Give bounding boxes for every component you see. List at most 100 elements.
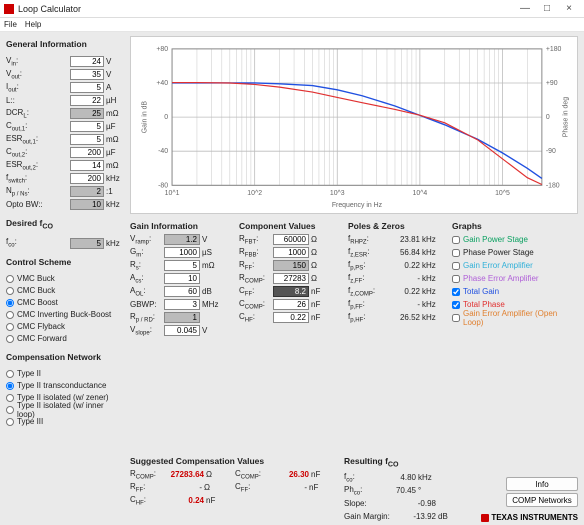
menu-file[interactable]: File: [4, 20, 17, 29]
opto-row: Opto BW:: kHz: [6, 198, 122, 211]
graph-3-checkbox[interactable]: [452, 275, 460, 283]
sugg-rff-unit: Ω: [202, 483, 220, 492]
gain-gm-unit: µS: [200, 248, 218, 257]
gain-vslope-input[interactable]: [164, 325, 200, 336]
brand: TEXAS INSTRUMENTS: [481, 513, 578, 522]
L-input[interactable]: [70, 95, 104, 106]
compv-ccomp-input[interactable]: [273, 299, 309, 310]
gain-gbwp-input[interactable]: [164, 299, 200, 310]
co2-input[interactable]: [70, 147, 104, 158]
ctrl-0-radio[interactable]: [6, 275, 14, 283]
comp-networks-button[interactable]: COMP Networks: [506, 493, 578, 507]
graph-1[interactable]: Phase Power Stage: [452, 246, 572, 259]
graph-6[interactable]: Gain Error Amplifier (Open Loop): [452, 311, 572, 324]
maximize-button[interactable]: □: [536, 3, 558, 14]
gain-acs-row: Acs:: [130, 272, 235, 285]
res-fco-unit: kHz: [416, 473, 434, 482]
graph-4-checkbox[interactable]: [452, 288, 460, 296]
compv-rfbb-input[interactable]: [273, 247, 309, 258]
vin-input[interactable]: [70, 56, 104, 67]
gain-aol-input[interactable]: [164, 286, 200, 297]
graph-0[interactable]: Gain Power Stage: [452, 233, 572, 246]
pz-pps-label: fp,PS:: [348, 260, 382, 272]
compnet-4-radio[interactable]: [6, 418, 14, 426]
pz-pps-unit: kHz: [420, 261, 438, 270]
co1-input[interactable]: [70, 121, 104, 132]
sugg-ccomp-label: CCOMP:: [235, 469, 269, 481]
co2-row: Cout,2: µF: [6, 146, 122, 159]
ctrl-3-radio[interactable]: [6, 311, 14, 319]
dcr-input[interactable]: [70, 108, 104, 119]
gain-rs-input[interactable]: [164, 260, 200, 271]
compv-cff-row: CFF: nF: [239, 285, 344, 298]
graph-5-checkbox[interactable]: [452, 301, 460, 309]
compnet-1[interactable]: Type II transconductance: [6, 380, 122, 392]
iout-input[interactable]: [70, 82, 104, 93]
svg-text:0: 0: [546, 114, 550, 121]
graph-2[interactable]: Gain Error Amplifier: [452, 259, 572, 272]
minimize-button[interactable]: —: [514, 3, 536, 14]
gain-acs-input[interactable]: [164, 273, 200, 284]
ctrl-4[interactable]: CMC Flyback: [6, 321, 122, 333]
pz-pff-label: fp,FF:: [348, 299, 382, 311]
compnet-1-radio[interactable]: [6, 382, 14, 390]
ctrl-3[interactable]: CMC Inverting Buck-Boost: [6, 309, 122, 321]
menu-help[interactable]: Help: [25, 20, 41, 29]
npns-input[interactable]: [70, 186, 104, 197]
graph-3[interactable]: Phase Error Amplifier: [452, 272, 572, 285]
compv-rfbt-input[interactable]: [273, 234, 309, 245]
app-icon: [4, 4, 14, 14]
esr2-label: ESRout,2:: [6, 160, 70, 172]
res-fco-row: fco: 4.80 kHz: [344, 471, 454, 484]
sugg-cff-label: CFF:: [235, 482, 269, 494]
pz-pff-unit: kHz: [420, 300, 438, 309]
info-button[interactable]: Info: [506, 477, 578, 491]
gain-rprd-input[interactable]: [164, 312, 200, 323]
close-button[interactable]: ×: [558, 3, 580, 14]
fco-input[interactable]: [70, 238, 104, 249]
sugg-rff-value: -: [164, 483, 202, 492]
opto-input[interactable]: [70, 199, 104, 210]
ctrl-2[interactable]: CMC Boost: [6, 297, 122, 309]
esr1-row: ESRout,1: mΩ: [6, 133, 122, 146]
vout-row: Vout: V: [6, 68, 122, 81]
vout-input[interactable]: [70, 69, 104, 80]
compnet-2-radio[interactable]: [6, 394, 14, 402]
compnet-0[interactable]: Type II: [6, 368, 122, 380]
pz-zcomp-value: 0.22: [382, 287, 420, 296]
gain-gm-input[interactable]: [164, 247, 200, 258]
graph-2-checkbox[interactable]: [452, 262, 460, 270]
ctrl-1-radio[interactable]: [6, 287, 14, 295]
graph-4[interactable]: Total Gain: [452, 285, 572, 298]
graph-6-checkbox[interactable]: [452, 314, 460, 322]
compnet-3[interactable]: Type II isolated (w/ inner loop): [6, 404, 122, 416]
svg-text:-180: -180: [546, 182, 560, 189]
res-fco-value: 4.80: [378, 473, 416, 482]
gain-vramp-input[interactable]: [164, 234, 200, 245]
graph-0-checkbox[interactable]: [452, 236, 460, 244]
compnet-3-radio[interactable]: [6, 406, 14, 414]
sugg-rff-label: RFF:: [130, 482, 164, 494]
compv-cff-input[interactable]: [273, 286, 309, 297]
svg-text:-40: -40: [158, 148, 168, 155]
graph-1-checkbox[interactable]: [452, 249, 460, 257]
fsw-input[interactable]: [70, 173, 104, 184]
compnet-0-radio[interactable]: [6, 370, 14, 378]
ctrl-2-radio[interactable]: [6, 299, 14, 307]
esr1-label: ESRout,1:: [6, 134, 70, 146]
compv-cff-unit: nF: [309, 287, 327, 296]
ctrl-0[interactable]: VMC Buck: [6, 273, 122, 285]
ctrl-5[interactable]: CMC Forward: [6, 333, 122, 345]
esr2-input[interactable]: [70, 160, 104, 171]
section-desired-fco: Desired fCO: [6, 218, 122, 231]
ctrl-5-radio[interactable]: [6, 335, 14, 343]
compv-rcomp-input[interactable]: [273, 273, 309, 284]
section-sugg: Suggested Compensation Values: [130, 456, 340, 466]
compv-rff-input[interactable]: [273, 260, 309, 271]
compv-chf-input[interactable]: [273, 312, 309, 323]
pz-phf-unit: kHz: [420, 313, 438, 322]
esr1-input[interactable]: [70, 134, 104, 145]
ctrl-1[interactable]: CMC Buck: [6, 285, 122, 297]
gain-aol-label: AOL:: [130, 286, 164, 298]
ctrl-4-radio[interactable]: [6, 323, 14, 331]
